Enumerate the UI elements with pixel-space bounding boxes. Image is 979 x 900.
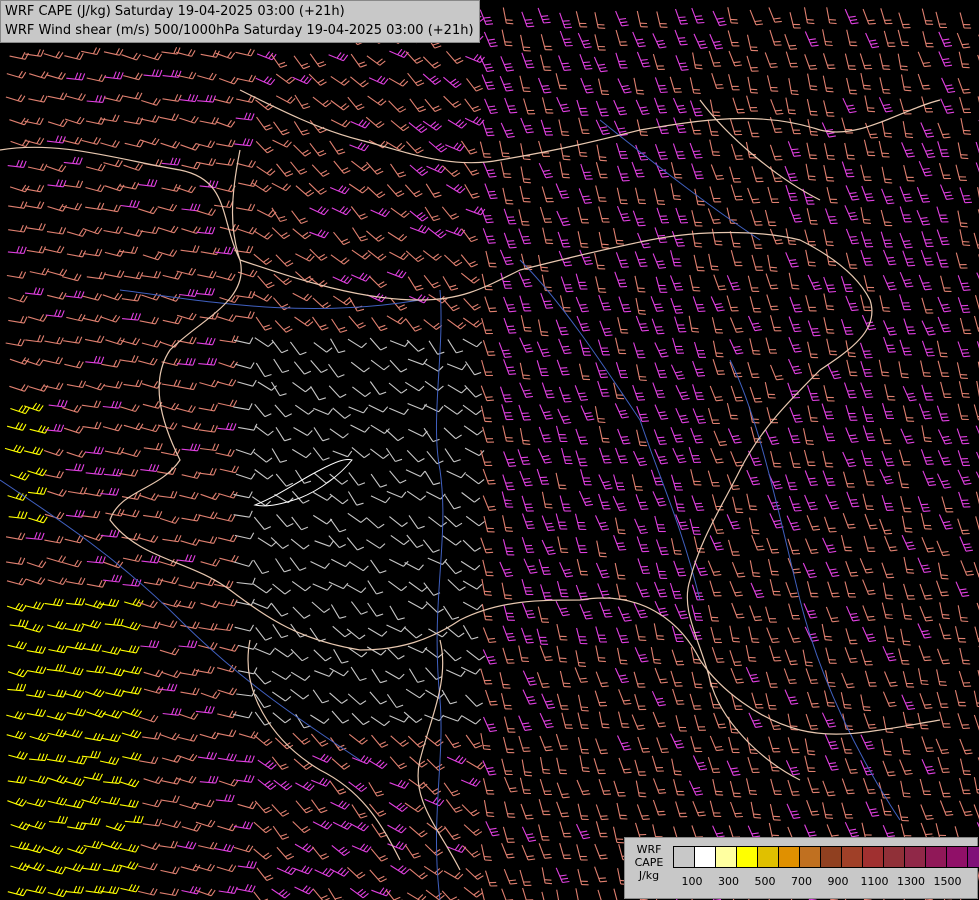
wind-shear-title: WRF Wind shear (m/s) 500/1000hPa Saturda… [5, 23, 474, 38]
legend-tick: 900 [827, 875, 849, 888]
legend-tick: 300 [718, 875, 739, 888]
legend-label-line: WRF [636, 843, 662, 856]
map-title-box: WRF CAPE (J/kg) Saturday 19-04-2025 03:0… [0, 0, 480, 43]
legend-tick: 700 [791, 875, 812, 888]
legend-swatch [674, 847, 695, 867]
legend-swatch [947, 847, 968, 867]
legend-swatch [863, 847, 884, 867]
legend-tick: 1300 [897, 875, 925, 888]
cape-legend: WRF CAPE J/kg 100 300 500 700 900 1100 1300 150… [624, 837, 979, 899]
wind-shear-map [0, 0, 979, 900]
legend-swatch [905, 847, 926, 867]
legend-swatch [695, 847, 716, 867]
legend-label-line: J/kg [638, 869, 660, 882]
legend-tick: 500 [754, 875, 776, 888]
legend-swatch [779, 847, 800, 867]
legend-swatch [758, 847, 779, 867]
legend-label-line: CAPE [634, 856, 664, 869]
legend-swatch [842, 847, 863, 867]
legend-swatch [884, 847, 905, 867]
legend-swatch [926, 847, 947, 867]
legend-swatch [716, 847, 737, 867]
cape-title: WRF CAPE (J/kg) Saturday 19-04-2025 03:0… [5, 4, 345, 19]
legend-swatch [821, 847, 842, 867]
legend-label: WRF CAPE J/kg [629, 843, 669, 882]
legend-tick: 100 [681, 875, 703, 888]
legend-swatch [968, 847, 979, 867]
legend-tick: 1100 [860, 875, 889, 888]
legend-swatch [800, 847, 821, 867]
legend-swatch [737, 847, 758, 867]
legend-tick: 1500 [933, 875, 962, 888]
legend-color-scale [673, 846, 979, 868]
